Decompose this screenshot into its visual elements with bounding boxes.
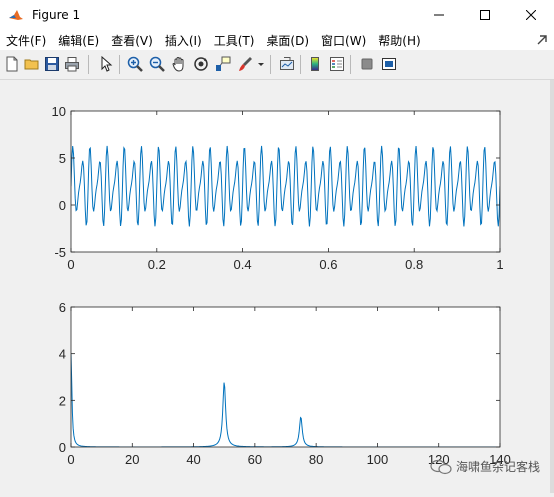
x-tick-label: 0 [67,257,74,272]
show-tools-icon [382,58,396,70]
link-icon [280,57,294,70]
minimize-icon [434,14,444,16]
legend-icon [330,57,344,71]
toolbar-separator [88,55,89,74]
pan-button[interactable] [170,55,188,73]
menu-insert[interactable]: 插入(I) [159,32,208,49]
x-tick-label: 60 [248,452,262,467]
brush-dropdown-button[interactable] [256,55,266,73]
hand-icon [172,56,184,72]
rotate-3d-button[interactable] [192,55,210,73]
dock-arrow-icon[interactable] [536,34,548,46]
x-tick-label: 0.2 [148,257,166,272]
minimize-button[interactable] [416,0,462,30]
y-tick-label: 0 [59,198,66,213]
title-bar: Figure 1 [0,0,554,30]
window-title: Figure 1 [32,8,81,22]
new-figure-button[interactable] [3,55,21,73]
close-icon [526,10,536,20]
toolbar-separator [119,55,120,74]
watermark: 海啸鱼杂记客栈 [430,458,540,475]
x-tick-label: 100 [367,452,389,467]
edit-plot-button[interactable] [97,55,115,73]
data-tip-icon [216,56,231,71]
hide-plot-tools-button[interactable] [358,55,376,73]
x-tick-label: 80 [309,452,323,467]
menu-tools[interactable]: 工具(T) [208,32,261,49]
menu-help[interactable]: 帮助(H) [372,32,426,49]
caret-down-icon [258,63,264,66]
toolbar-separator [300,55,301,74]
zoom-out-button[interactable] [148,55,166,73]
zoom-out-icon [149,56,165,72]
open-file-button[interactable] [23,55,41,73]
maximize-button[interactable] [462,0,508,30]
hide-tools-icon [361,58,373,70]
zoom-in-button[interactable] [126,55,144,73]
x-tick-label: 0.4 [234,257,252,272]
menu-file[interactable]: 文件(F) [0,32,52,49]
y-tick-label: 4 [59,347,66,362]
y-tick-label: 6 [59,300,66,315]
brush-icon [239,57,252,71]
x-tick-label: 40 [186,452,200,467]
y-tick-label: 2 [59,393,66,408]
y-tick-label: -5 [54,245,66,260]
new-file-icon [6,56,18,72]
figure-svg: 0 0.2 0.4 0.6 0.8 1-50510 0 20 40 60 80 100 120 1400… [52,104,511,467]
y-tick-label: 10 [52,104,66,119]
axes-background [71,307,500,447]
insert-colorbar-button[interactable] [306,55,324,73]
link-plot-button[interactable] [278,55,296,73]
rotate-icon [194,57,208,71]
menu-desktop[interactable]: 桌面(D) [260,32,315,49]
show-plot-tools-button[interactable] [380,55,398,73]
toolbar-separator [270,55,271,74]
window-controls [416,0,554,30]
toolbar [0,50,554,80]
save-icon [45,57,59,71]
subplot-time-domain: 0 0.2 0.4 0.6 0.8 1-50510 [52,104,504,272]
x-tick-label: 1 [496,257,503,272]
x-tick-label: 0.6 [319,257,337,272]
printer-icon [65,57,79,72]
arrow-cursor-icon [101,56,113,72]
close-button[interactable] [508,0,554,30]
maximize-icon [480,10,490,20]
save-button[interactable] [43,55,61,73]
colorbar-icon [311,57,319,71]
menu-view[interactable]: 查看(V) [105,32,159,49]
window-right-edge [550,80,554,493]
data-cursor-button[interactable] [214,55,232,73]
insert-legend-button[interactable] [328,55,346,73]
menu-window[interactable]: 窗口(W) [315,32,372,49]
x-tick-label: 0.8 [405,257,423,272]
x-tick-label: 0 [67,452,74,467]
menu-edit[interactable]: 编辑(E) [52,32,105,49]
menu-bar: 文件(F) 编辑(E) 查看(V) 插入(I) 工具(T) 桌面(D) 窗口(W… [0,30,554,50]
y-tick-label: 0 [59,440,66,455]
matlab-icon [8,7,24,23]
y-tick-label: 5 [59,151,66,166]
print-button[interactable] [63,55,81,73]
zoom-in-icon [127,56,143,72]
subplot-frequency-domain: 0 20 40 60 80 100 120 1400246 [59,300,511,467]
figure-canvas[interactable]: 0 0.2 0.4 0.6 0.8 1 -5 0 5 10 0 20 40 60 80 100 120 140 0… [0,80,554,493]
brush-button[interactable] [236,55,254,73]
x-tick-label: 20 [125,452,139,467]
folder-open-icon [24,59,39,70]
wechat-icon [430,459,452,474]
watermark-text: 海啸鱼杂记客栈 [455,460,540,474]
toolbar-separator [350,55,351,74]
